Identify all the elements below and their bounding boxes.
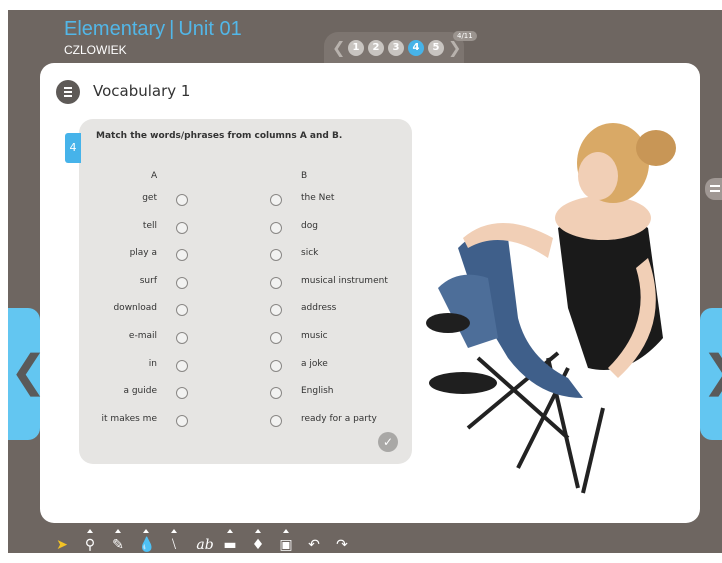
- notes-icon: [710, 185, 720, 187]
- column-a-word: play a: [129, 248, 157, 259]
- column-a-word: a guide: [123, 386, 157, 397]
- column-a-word: tell: [142, 220, 157, 231]
- column-a-word: in: [148, 358, 157, 369]
- chevron-right-icon: ❯: [702, 346, 722, 397]
- fill-icon[interactable]: 💧: [138, 529, 155, 554]
- exercise-instruction: Match the words/phrases from columns A a…: [96, 131, 343, 141]
- redo-icon[interactable]: ↷: [334, 536, 350, 554]
- column-a-header: A: [151, 171, 158, 181]
- column-a-word: surf: [139, 275, 157, 286]
- column-b-word: a joke: [301, 358, 328, 369]
- window-frame-left: [0, 0, 8, 563]
- column-a-word: download: [113, 303, 157, 314]
- column-b-radio[interactable]: [270, 414, 282, 427]
- rectangle-icon[interactable]: ▬: [222, 529, 238, 554]
- section-title: Vocabulary 1: [93, 82, 191, 100]
- pager-prev-icon[interactable]: ❮: [332, 38, 345, 57]
- page-count-badge: 4/11: [453, 31, 477, 41]
- column-b-header: B: [301, 171, 308, 181]
- title-separator: |: [169, 18, 175, 40]
- side-notes-tab[interactable]: [705, 178, 722, 200]
- column-a-radio[interactable]: [176, 414, 188, 427]
- column-b-radio[interactable]: [270, 194, 282, 206]
- page-dot-4[interactable]: 4: [408, 40, 424, 56]
- column-b-word: dog: [301, 220, 318, 231]
- column-b-radio[interactable]: [270, 221, 282, 234]
- chevron-left-icon: ❮: [10, 347, 47, 396]
- column-b-word: sick: [301, 248, 319, 259]
- column-a-word: e-mail: [128, 331, 157, 341]
- column-b-word: English: [301, 386, 334, 397]
- prev-page-button[interactable]: ❮: [8, 308, 47, 440]
- column-b-radio[interactable]: [270, 276, 282, 289]
- girl-on-chair-photo: [426, 123, 676, 494]
- check-answers-button[interactable]: ✓: [378, 432, 398, 452]
- undo-icon[interactable]: ↶: [306, 536, 322, 554]
- page-dot-1[interactable]: 1: [348, 40, 364, 56]
- column-b-word: address: [301, 303, 337, 314]
- window-frame-bottom: [0, 553, 722, 563]
- column-a-radio[interactable]: [176, 194, 188, 206]
- eraser-icon[interactable]: ♦: [250, 529, 266, 554]
- unit-subtitle: CZLOWIEK: [64, 43, 127, 57]
- column-a-word: it makes me: [101, 413, 157, 424]
- save-icon[interactable]: ▣: [278, 529, 294, 554]
- course-unit: Unit 01: [178, 18, 242, 40]
- page-dot-3[interactable]: 3: [388, 40, 404, 56]
- column-b-radio[interactable]: [270, 332, 282, 344]
- page-dot-5[interactable]: 5: [428, 40, 444, 56]
- document-list-icon: [56, 80, 80, 104]
- column-b-word: the Net: [301, 193, 335, 203]
- column-b-word: musical instrument: [301, 275, 388, 286]
- course-level: Elementary: [64, 18, 166, 40]
- pen-icon[interactable]: ✎: [110, 529, 126, 554]
- column-b-word: music: [301, 331, 328, 341]
- pointer-icon[interactable]: ➤: [54, 536, 70, 554]
- zoom-icon[interactable]: ⚲: [82, 529, 98, 554]
- next-page-button[interactable]: ❯: [700, 308, 722, 440]
- exercise-number: 4: [65, 133, 81, 163]
- page-navigator: ❮ 1 2 3 4 5 ❯: [324, 32, 464, 64]
- column-a-radio[interactable]: [176, 332, 188, 344]
- column-b-radio[interactable]: [270, 359, 282, 372]
- column-a-radio[interactable]: [176, 276, 188, 289]
- column-a-radio[interactable]: [176, 221, 188, 234]
- column-a-radio[interactable]: [176, 359, 188, 372]
- page-dot-2[interactable]: 2: [368, 40, 384, 56]
- column-a-word: get: [142, 193, 157, 203]
- window-frame-top: [0, 0, 722, 10]
- exercise-card: [79, 119, 412, 464]
- text-tool-button[interactable]: ab: [194, 536, 216, 554]
- course-title: Elementary | Unit 01: [64, 17, 242, 41]
- column-b-word: ready for a party: [301, 413, 377, 424]
- line-icon[interactable]: ⧵: [166, 529, 182, 554]
